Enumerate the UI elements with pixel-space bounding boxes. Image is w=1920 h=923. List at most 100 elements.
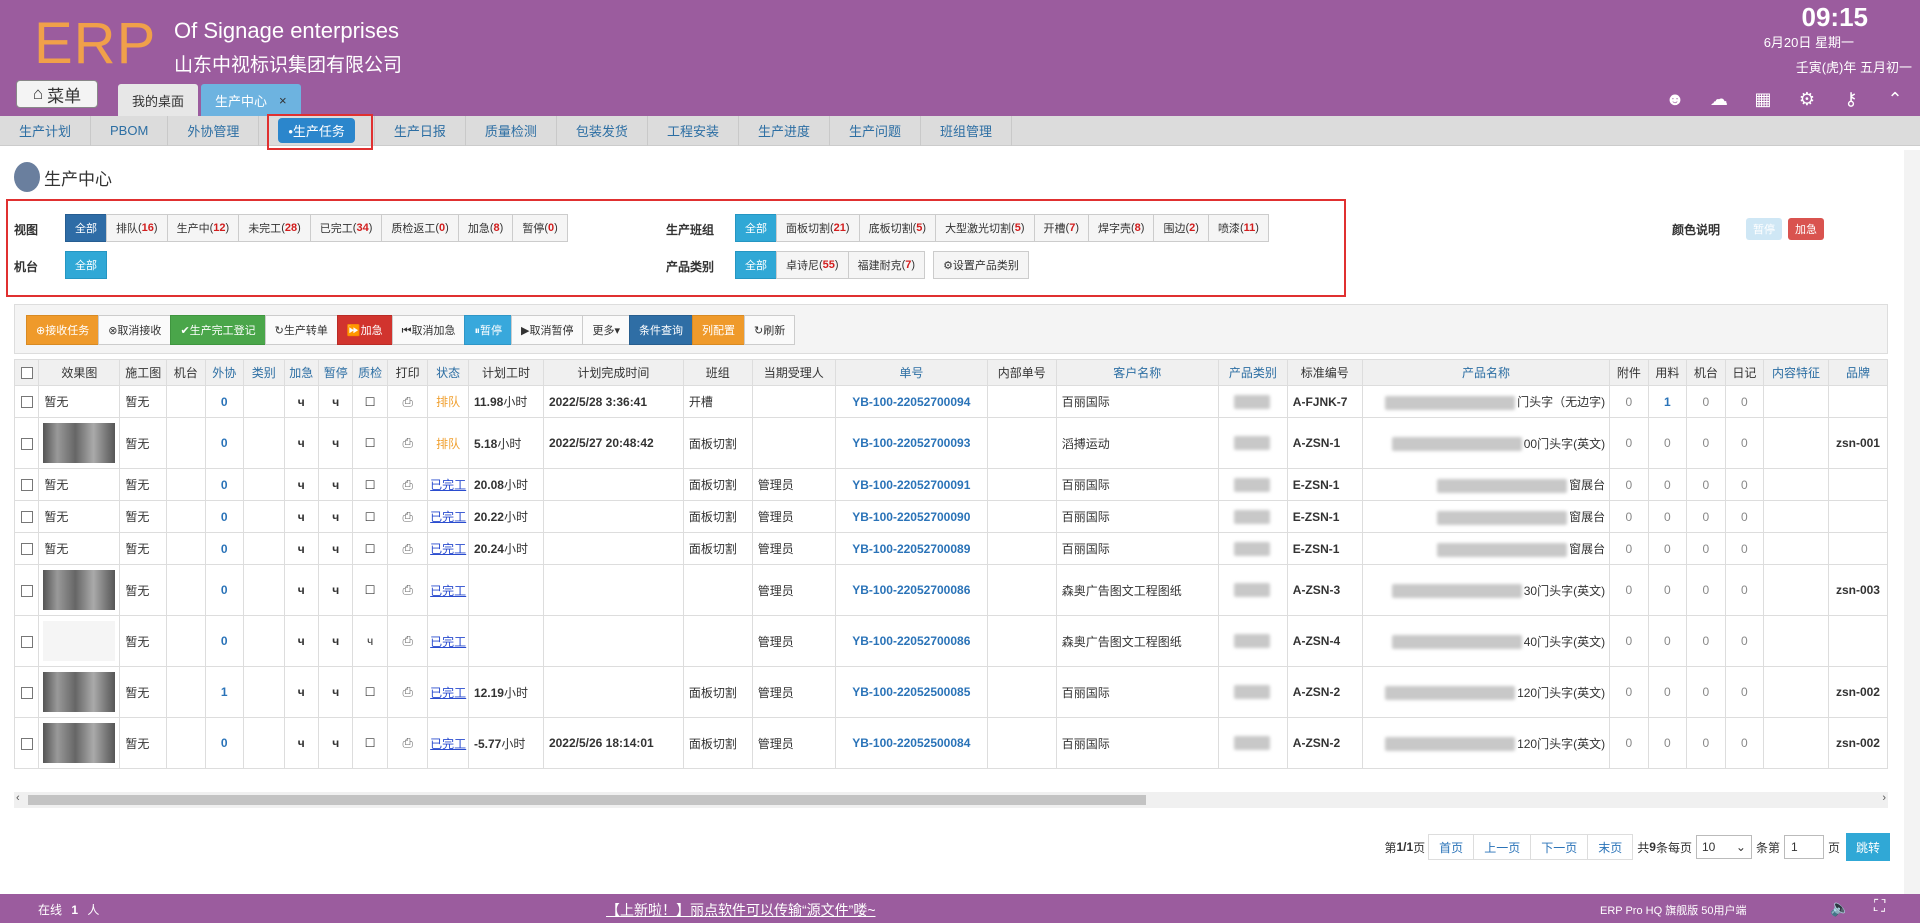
- row-checkbox[interactable]: [20, 543, 33, 556]
- outsource-cell[interactable]: 0: [204, 500, 244, 533]
- goto-page-input[interactable]: 1: [1783, 835, 1824, 859]
- order-number-cell[interactable]: YB-100-22052700093: [834, 417, 988, 469]
- column-header-6[interactable]: 加急: [283, 359, 319, 386]
- column-header-5[interactable]: 类别: [243, 359, 285, 386]
- machine-filter-0[interactable]: 全部: [65, 251, 107, 279]
- effect-thumbnail[interactable]: [43, 423, 116, 463]
- outsource-cell[interactable]: 0: [204, 615, 244, 667]
- column-header-24[interactable]: 日记: [1724, 359, 1765, 386]
- next-page-button[interactable]: 下一页: [1530, 834, 1589, 860]
- status-cell[interactable]: 已完工: [427, 717, 469, 769]
- printer-icon[interactable]: ⎙: [402, 684, 412, 699]
- nav-item-4[interactable]: 生产日报: [375, 115, 466, 146]
- printer-icon[interactable]: ⎙: [402, 541, 412, 556]
- set-category-button[interactable]: ⚙设置产品类别: [933, 251, 1029, 279]
- view-filter-0[interactable]: 全部: [65, 214, 107, 242]
- close-icon[interactable]: ×: [279, 93, 287, 108]
- vertical-scrollbar[interactable]: [1904, 150, 1920, 894]
- column-header-18[interactable]: 产品类别: [1217, 359, 1288, 386]
- last-page-button[interactable]: 末页: [1587, 834, 1634, 860]
- material-cell[interactable]: 0: [1647, 468, 1688, 501]
- gear-icon[interactable]: ⚙: [1796, 88, 1818, 110]
- apps-icon[interactable]: ▦: [1752, 88, 1774, 110]
- toolbar-button-4[interactable]: ⏩加急: [336, 315, 393, 345]
- table-row[interactable]: 暂无 暂无 0 ч ч ☐ ⎙ 已完工 20.08小时 面板切割 管理员 YB-100-2205270…: [13, 468, 1889, 501]
- row-checkbox-cell[interactable]: [13, 468, 40, 501]
- toolbar-button-0[interactable]: ⊕接收任务: [26, 315, 100, 345]
- nav-item-5[interactable]: 质量检测: [466, 115, 557, 146]
- order-number-cell[interactable]: YB-100-22052700094: [834, 385, 988, 418]
- printer-icon[interactable]: ⎙: [402, 633, 412, 648]
- view-filter-1[interactable]: 排队(16): [106, 214, 168, 242]
- per-page-select[interactable]: 10 ⌄: [1695, 835, 1752, 859]
- outsource-cell[interactable]: 0: [204, 417, 244, 469]
- row-checkbox-cell[interactable]: [13, 666, 40, 718]
- column-header-2[interactable]: 施工图: [119, 359, 167, 386]
- toolbar-button-2[interactable]: ✔生产完工登记: [170, 315, 266, 345]
- status-cell[interactable]: 已完工: [427, 500, 469, 533]
- column-header-22[interactable]: 用料: [1647, 359, 1688, 386]
- scrollbar-thumb[interactable]: [28, 795, 1146, 805]
- view-filter-2[interactable]: 生产中(12): [166, 214, 240, 242]
- column-header-4[interactable]: 外协: [204, 359, 244, 386]
- table-row[interactable]: 暂无 0 ч ч ☐ ⎙ 排队 5.18小时 2022/5/27 20:48:42 面板切割 YB-…: [13, 417, 1889, 469]
- key-icon[interactable]: ⚷: [1840, 88, 1862, 110]
- nav-item-9[interactable]: 生产问题: [830, 115, 921, 146]
- horizontal-scrollbar[interactable]: ‹ ›: [14, 792, 1888, 808]
- scroll-left-icon[interactable]: ‹: [16, 792, 20, 804]
- toolbar-button-10[interactable]: 列配置: [691, 315, 745, 345]
- view-filter-5[interactable]: 质检返工(0): [381, 214, 459, 242]
- print-cell[interactable]: ⎙: [386, 468, 429, 501]
- view-filter-6[interactable]: 加急(8): [457, 214, 514, 242]
- row-checkbox[interactable]: [20, 396, 33, 409]
- speaker-icon[interactable]: 🔈: [1830, 898, 1850, 918]
- column-header-14[interactable]: 当期受理人: [751, 359, 836, 386]
- outsource-cell[interactable]: 1: [204, 666, 244, 718]
- tab-production-center[interactable]: 生产中心 ×: [201, 84, 301, 116]
- outsource-cell[interactable]: 0: [204, 532, 244, 565]
- effect-thumbnail[interactable]: [43, 570, 116, 610]
- order-number-cell[interactable]: YB-100-22052500085: [834, 666, 988, 718]
- team-filter-4[interactable]: 开槽(7): [1033, 214, 1089, 242]
- material-cell[interactable]: 0: [1647, 532, 1688, 565]
- row-checkbox[interactable]: [20, 511, 33, 524]
- order-number-cell[interactable]: YB-100-22052700089: [834, 532, 988, 565]
- collapse-icon[interactable]: ⌃: [1884, 88, 1906, 110]
- table-row[interactable]: 暂无 1 ч ч ☐ ⎙ 已完工 12.19小时 面板切割 管理员 YB-100-220525000…: [13, 666, 1889, 718]
- column-header-16[interactable]: 内部单号: [986, 359, 1057, 386]
- printer-icon[interactable]: ⎙: [402, 509, 412, 524]
- printer-icon[interactable]: ⎙: [402, 394, 412, 409]
- nav-item-6[interactable]: 包装发货: [557, 115, 648, 146]
- status-cell[interactable]: 已完工: [427, 468, 469, 501]
- nav-item-8[interactable]: 生产进度: [739, 115, 830, 146]
- team-filter-5[interactable]: 焊字壳(8): [1088, 214, 1155, 242]
- toolbar-button-3[interactable]: ↻生产转单: [264, 315, 338, 345]
- column-header-13[interactable]: 班组: [682, 359, 753, 386]
- order-number-cell[interactable]: YB-100-22052700090: [834, 500, 988, 533]
- toolbar-button-8[interactable]: 更多▾: [582, 315, 630, 345]
- table-row[interactable]: 暂无 0 ч ч ☐ ⎙ 已完工 管理员 YB-100-22052700086 森奥广告图文工程图…: [13, 564, 1889, 616]
- outsource-cell[interactable]: 0: [204, 717, 244, 769]
- column-header-3[interactable]: 机台: [166, 359, 206, 386]
- column-header-20[interactable]: 产品名称: [1361, 359, 1611, 386]
- menu-button[interactable]: ⌂ 菜单: [16, 80, 98, 108]
- printer-icon[interactable]: ⎙: [402, 435, 412, 450]
- column-header-17[interactable]: 客户名称: [1055, 359, 1219, 386]
- status-cell[interactable]: 排队: [427, 417, 469, 469]
- outsource-cell[interactable]: 0: [204, 468, 244, 501]
- order-number-cell[interactable]: YB-100-22052500084: [834, 717, 988, 769]
- order-number-cell[interactable]: YB-100-22052700086: [834, 564, 988, 616]
- material-cell[interactable]: 0: [1647, 666, 1688, 718]
- print-cell[interactable]: ⎙: [386, 615, 429, 667]
- print-cell[interactable]: ⎙: [386, 666, 429, 718]
- column-header-7[interactable]: 暂停: [317, 359, 354, 386]
- team-filter-6[interactable]: 围边(2): [1153, 214, 1209, 242]
- first-page-button[interactable]: 首页: [1428, 834, 1475, 860]
- table-row[interactable]: 暂无 0 ч ч ☐ ⎙ 已完工 -5.77小时 2022/5/26 18:14:01 面板切割管…: [13, 717, 1889, 769]
- table-row[interactable]: 暂无 暂无 0 ч ч ☐ ⎙ 排队 11.98小时 2022/5/28 3:36:41 开槽 YB-…: [13, 385, 1889, 418]
- order-number-cell[interactable]: YB-100-22052700091: [834, 468, 988, 501]
- row-checkbox-cell[interactable]: [13, 615, 40, 667]
- column-header-12[interactable]: 计划完成时间: [542, 359, 684, 386]
- team-filter-3[interactable]: 大型激光切割(5): [935, 214, 1035, 242]
- effect-thumbnail[interactable]: [43, 621, 116, 661]
